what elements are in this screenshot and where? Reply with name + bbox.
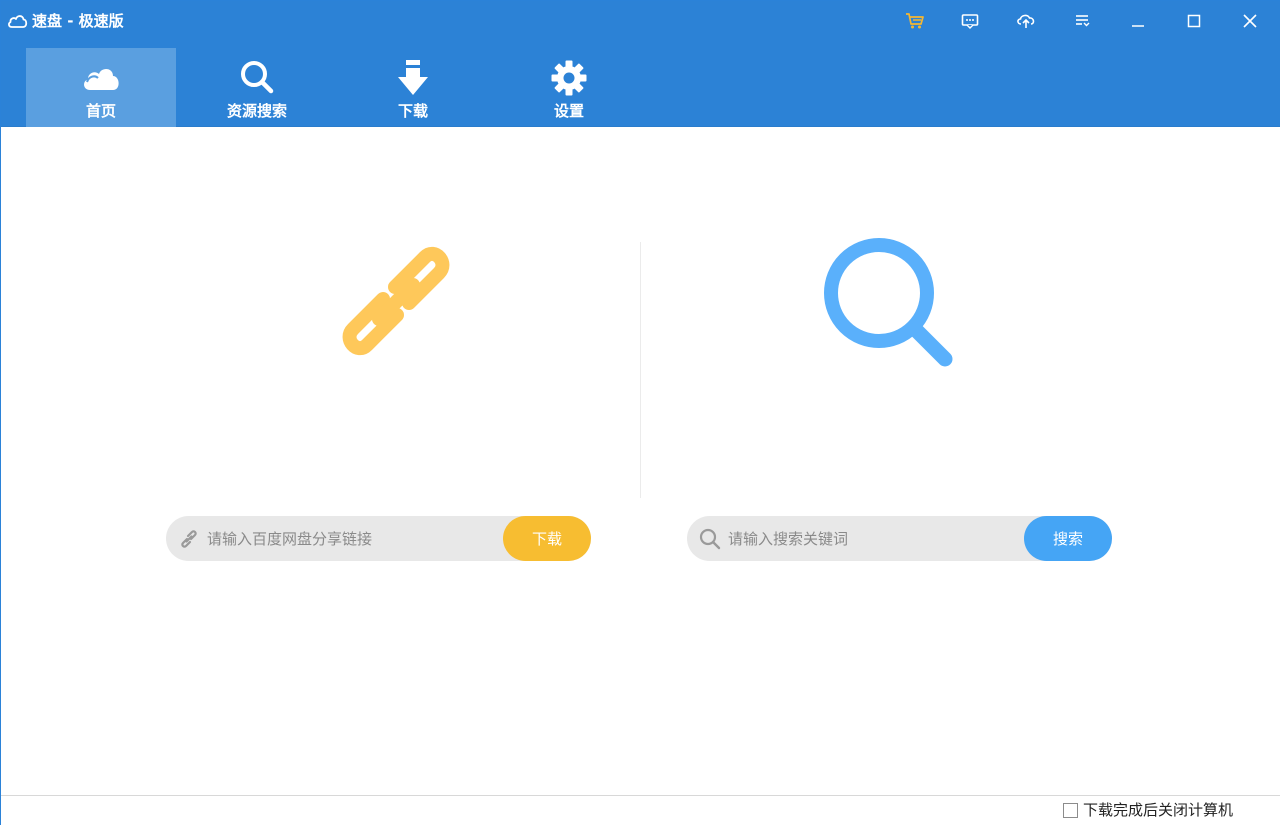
panel-divider (640, 242, 641, 498)
link-small-icon (178, 528, 200, 550)
tab-label: 首页 (85, 102, 116, 120)
message-icon[interactable] (957, 9, 983, 33)
window-title: 速盘 - 极速版 (32, 12, 124, 30)
menu-list-icon[interactable] (1069, 9, 1095, 33)
upload-cloud-icon[interactable] (1013, 9, 1039, 33)
download-button[interactable]: 下载 (503, 516, 591, 561)
close-icon[interactable] (1237, 9, 1263, 33)
maximize-icon[interactable] (1181, 9, 1207, 33)
tab-label: 下载 (397, 102, 428, 120)
download-arrow-icon (393, 58, 433, 98)
magnifier-icon (823, 237, 955, 373)
link-icon (331, 237, 461, 369)
share-link-box: 下载 (166, 516, 591, 561)
tab-label: 设置 (553, 102, 584, 120)
tab-label: 资源搜索 (226, 102, 287, 120)
gear-icon (549, 58, 589, 98)
cloud-icon (81, 58, 121, 98)
tab-resource-search[interactable]: 资源搜索 (182, 48, 332, 127)
app-logo-icon (7, 12, 29, 30)
home-panel: 下载 搜索 (1, 127, 1280, 795)
shutdown-checkbox-label[interactable]: 下载完成后关闭计算机 (1083, 801, 1233, 819)
share-link-input[interactable] (207, 525, 499, 552)
tab-home[interactable]: 首页 (26, 48, 176, 127)
keyword-search-input[interactable] (728, 525, 1020, 552)
minimize-icon[interactable] (1125, 9, 1151, 33)
keyword-search-box: 搜索 (687, 516, 1112, 561)
shutdown-checkbox[interactable] (1063, 803, 1078, 818)
search-icon (237, 58, 277, 98)
search-small-icon (699, 528, 721, 550)
title-bar[interactable]: 速盘 - 极速版 (1, 1, 1280, 43)
tab-download[interactable]: 下载 (338, 48, 488, 127)
tab-settings[interactable]: 设置 (494, 48, 644, 127)
search-button[interactable]: 搜索 (1024, 516, 1112, 561)
status-footer: 下载完成后关闭计算机 (1, 796, 1280, 825)
app-window: 速盘 - 极速版 首页 资源搜索 下载 设置 请输入百度网盘分享链接 下载 请输… (0, 0, 1280, 825)
cart-icon[interactable] (902, 9, 928, 33)
main-tab-bar: 首页 资源搜索 下载 设置 (1, 43, 1280, 127)
